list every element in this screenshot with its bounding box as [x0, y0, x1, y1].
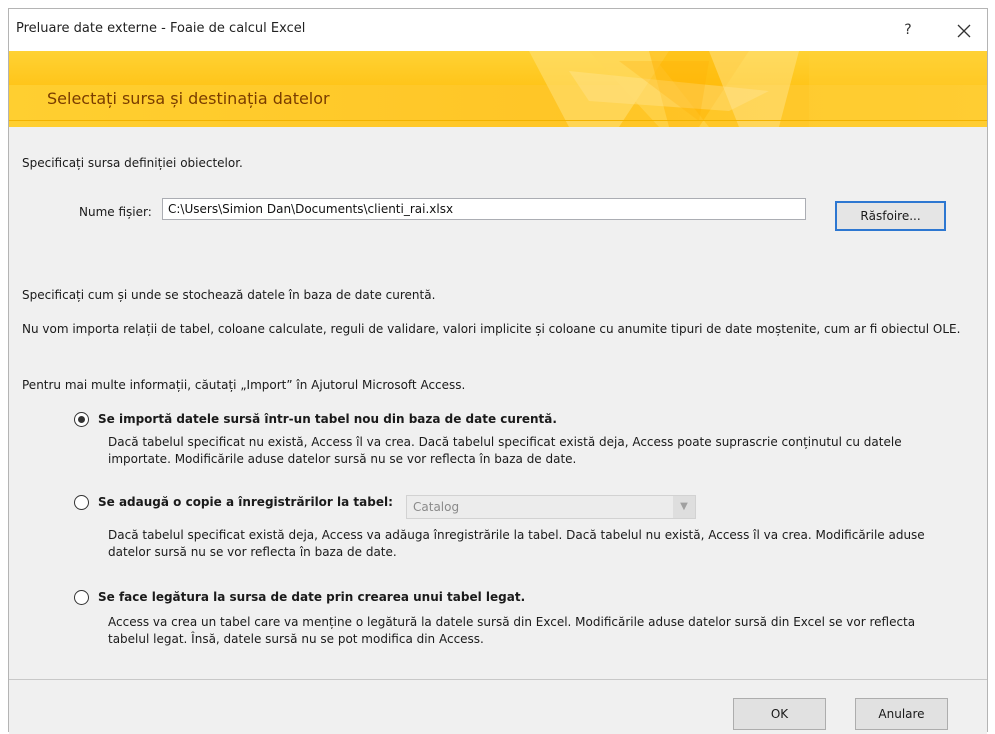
- radio-link-table[interactable]: [74, 590, 89, 605]
- storage-instruction: Specificați cum și unde se stochează dat…: [22, 288, 436, 302]
- ok-button[interactable]: OK: [733, 698, 826, 730]
- source-instruction: Specificați sursa definiției obiectelor.: [22, 156, 243, 170]
- option-label: Se face legătura la sursa de date prin c…: [98, 590, 526, 604]
- import-note: Nu vom importa relații de tabel, coloane…: [22, 322, 961, 336]
- browse-button[interactable]: Răsfoire...: [835, 201, 946, 231]
- help-hint: Pentru mai multe informații, căutați „Im…: [22, 378, 466, 392]
- table-combo-value: Catalog: [413, 500, 460, 514]
- file-name-label: Nume fișier:: [79, 205, 152, 219]
- close-icon: [957, 24, 971, 37]
- option-description: Dacă tabelul specificat există deja, Acc…: [108, 528, 925, 559]
- dialog-footer: OK Anulare: [9, 679, 987, 734]
- help-button[interactable]: ?: [895, 18, 921, 42]
- option-label: Se importă datele sursă într-un tabel no…: [98, 412, 557, 426]
- window-title: Preluare date externe - Foaie de calcul …: [16, 21, 306, 36]
- table-combo[interactable]: Catalog ▼: [406, 495, 696, 519]
- radio-append-copy[interactable]: [74, 495, 89, 510]
- file-name-input[interactable]: C:\Users\Simion Dan\Documents\clienti_ra…: [162, 198, 806, 220]
- title-bar: Preluare date externe - Foaie de calcul …: [9, 9, 987, 51]
- cancel-button[interactable]: Anulare: [855, 698, 948, 730]
- banner-divider: [9, 120, 987, 121]
- header-banner: Selectați sursa și destinația datelor: [9, 51, 987, 127]
- close-button[interactable]: [949, 16, 979, 44]
- option-description: Dacă tabelul specificat nu există, Acces…: [108, 435, 902, 466]
- option-description: Access va crea un tabel care va menține …: [108, 615, 916, 646]
- import-dialog: Preluare date externe - Foaie de calcul …: [8, 8, 988, 734]
- option-label: Se adaugă o copie a înregistrărilor la t…: [98, 495, 393, 509]
- banner-title: Selectați sursa și destinația datelor: [47, 89, 330, 108]
- radio-import-new-table[interactable]: [74, 412, 89, 427]
- chevron-down-icon[interactable]: ▼: [673, 496, 695, 518]
